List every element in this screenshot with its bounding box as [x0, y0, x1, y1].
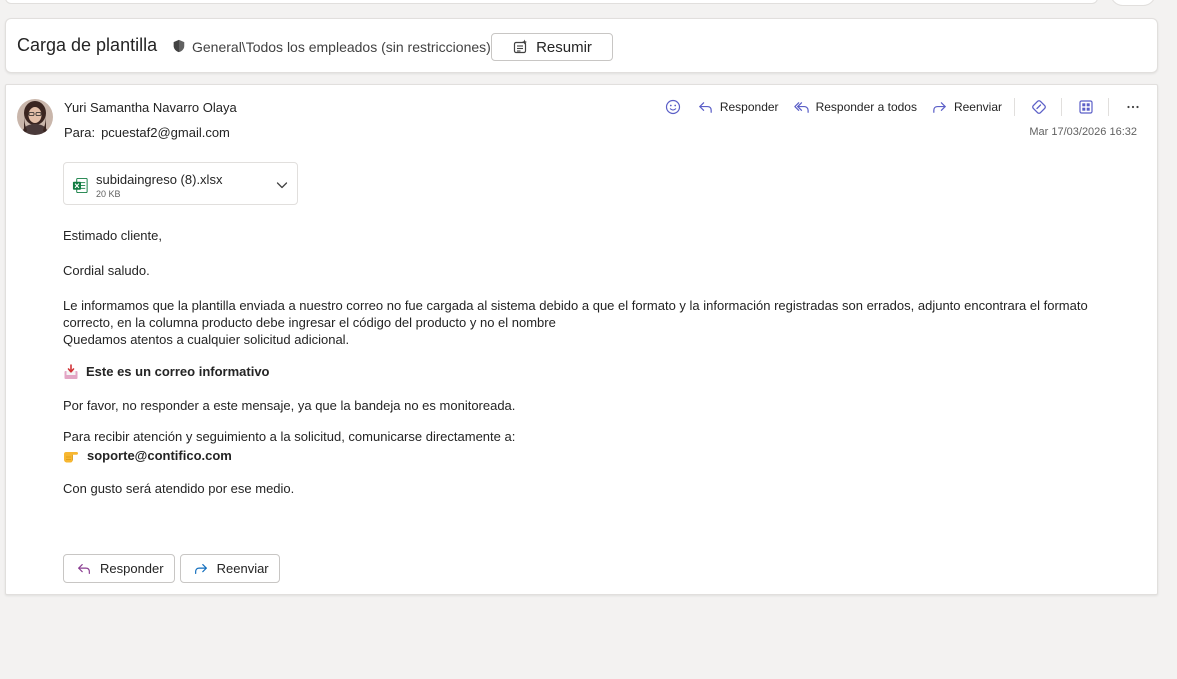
recipients-line: Para: pcuestaf2@gmail.com	[64, 125, 230, 140]
forward-label: Reenviar	[953, 100, 1002, 114]
support-email[interactable]: soporte@contifico.com	[87, 447, 232, 464]
attachment-name: subidaingreso (8).xlsx	[96, 172, 223, 187]
body-closing: Con gusto será atendido por ese medio.	[63, 481, 295, 496]
body-paragraph: Le informamos que la plantilla enviada a…	[63, 297, 1123, 348]
apps-button[interactable]	[1076, 97, 1096, 117]
summary-sparkle-icon	[513, 39, 528, 54]
notice-line: Este es un correo informativo	[63, 363, 270, 380]
bottom-forward-label: Reenviar	[216, 561, 269, 576]
action-divider	[1108, 98, 1109, 116]
to-label: Para:	[64, 125, 96, 140]
reply-all-label: Responder a todos	[815, 100, 917, 114]
apps-icon	[1079, 100, 1093, 114]
reply-icon	[699, 101, 712, 113]
more-actions-button[interactable]	[1123, 97, 1143, 117]
top-right-control[interactable]	[1110, 0, 1156, 6]
sender-name[interactable]: Yuri Samantha Navarro Olaya	[64, 100, 237, 115]
emoji-icon	[665, 99, 680, 115]
attachment-card[interactable]: subidaingreso (8).xlsx 20 KB	[63, 162, 298, 205]
sender-avatar[interactable]	[17, 99, 53, 135]
sensitivity-label[interactable]: General\Todos los empleados (sin restric…	[192, 39, 491, 55]
shield-icon	[173, 39, 185, 53]
chevron-down-icon[interactable]	[275, 178, 289, 192]
body-support-intro: Para recibir atención y seguimiento a la…	[63, 429, 516, 444]
notice-text: Este es un correo informativo	[86, 364, 270, 379]
reply-all-icon	[793, 101, 809, 113]
previous-card-edge	[5, 0, 1098, 4]
body-paragraph-followup: Quedamos atentos a cualquier solicitud a…	[63, 332, 350, 347]
excel-file-icon	[72, 177, 88, 194]
loop-button[interactable]	[1029, 97, 1049, 117]
summarize-button[interactable]: Resumir	[491, 33, 613, 61]
message-card: Yuri Samantha Navarro Olaya Para: pcuest…	[5, 84, 1158, 595]
attachment-size: 20 KB	[96, 189, 121, 199]
support-line: soporte@contifico.com	[63, 447, 232, 464]
forward-icon	[194, 563, 207, 574]
body-salutation: Cordial saludo.	[63, 263, 150, 278]
subject-card: Carga de plantilla General\Todos los emp…	[5, 18, 1158, 73]
forward-icon	[933, 101, 946, 113]
body-no-reply: Por favor, no responder a este mensaje, …	[63, 398, 516, 413]
bottom-reply-button[interactable]: Responder	[63, 554, 175, 583]
email-subject: Carga de plantilla	[17, 35, 158, 55]
bottom-reply-label: Responder	[100, 561, 164, 576]
bottom-actions: Responder Reenviar	[63, 554, 280, 583]
message-date: Mar 17/03/2026 16:32	[1029, 126, 1137, 138]
action-divider	[1014, 98, 1015, 116]
action-divider	[1061, 98, 1062, 116]
body-paragraph-main: Le informamos que la plantilla enviada a…	[63, 298, 1088, 330]
bottom-forward-button[interactable]: Reenviar	[179, 554, 280, 583]
reply-all-button[interactable]: Responder a todos	[793, 99, 917, 116]
more-icon	[1127, 105, 1139, 109]
reaction-button[interactable]	[663, 97, 683, 117]
pointing-hand-icon	[64, 451, 78, 462]
forward-button[interactable]: Reenviar	[931, 99, 1002, 116]
summarize-label: Resumir	[536, 38, 592, 56]
inbox-tray-icon	[64, 363, 78, 379]
reply-icon	[78, 563, 90, 574]
reply-button[interactable]: Responder	[697, 99, 779, 116]
recipient-address[interactable]: pcuestaf2@gmail.com	[101, 125, 230, 140]
reply-label: Responder	[719, 100, 779, 114]
loop-icon	[1032, 100, 1046, 114]
message-actions: Responder Responder a todos Reenviar	[663, 97, 1143, 117]
body-greeting: Estimado cliente,	[63, 228, 162, 243]
